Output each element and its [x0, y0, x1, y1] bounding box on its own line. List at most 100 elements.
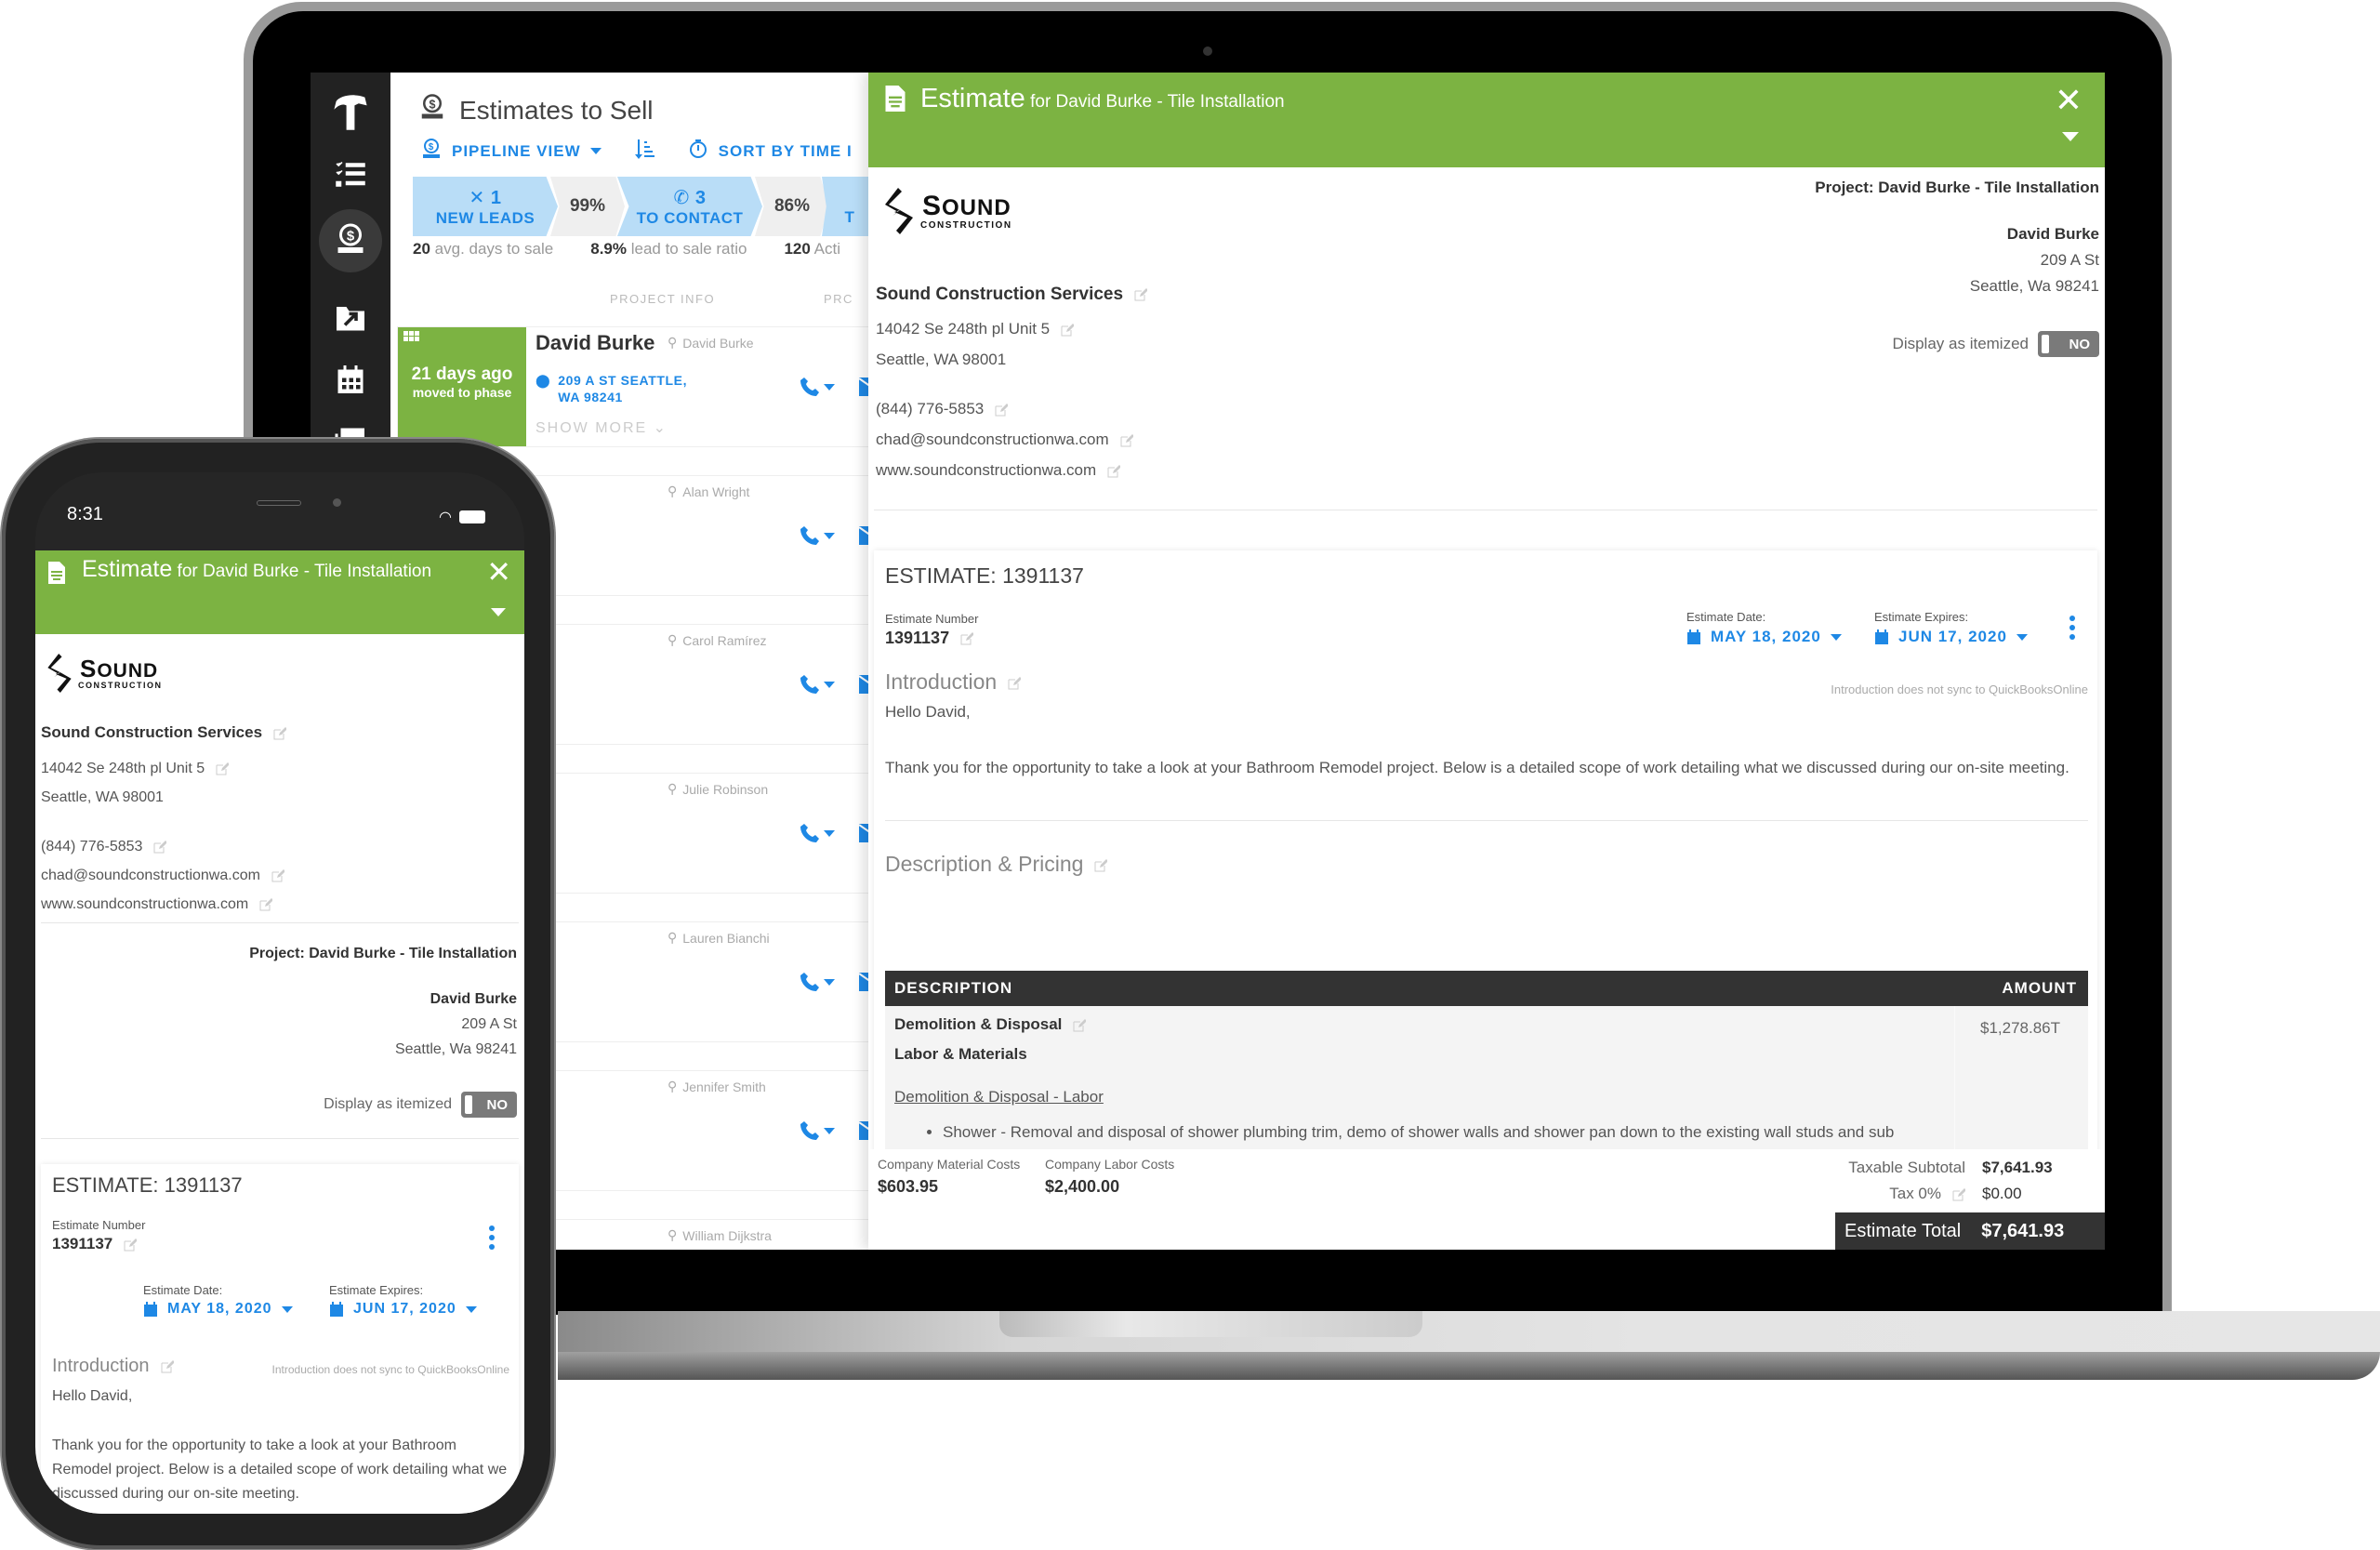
lead-address[interactable]: ⬤ 209 A ST SEATTLE, WA 98241 — [536, 372, 694, 405]
lead-name[interactable]: David Burke — [536, 331, 654, 355]
phone-estimate-view: Estimate for David Burke - Tile Installa… — [35, 550, 524, 1514]
call-dropdown[interactable] — [798, 1119, 835, 1142]
description-pricing-heading: Description & Pricing — [885, 852, 1108, 877]
estimates-money-icon: $ — [418, 93, 446, 127]
sidebar-item-projects[interactable] — [311, 290, 390, 350]
sort-order-button[interactable] — [633, 138, 655, 165]
line-item-link[interactable]: Demolition & Disposal - Labor — [894, 1088, 1104, 1106]
edit-icon[interactable] — [1120, 433, 1133, 447]
calendar-icon — [330, 1302, 343, 1317]
intro-body[interactable]: Thank you for the opportunity to take a … — [885, 755, 2084, 781]
phone-speaker — [257, 500, 301, 506]
call-dropdown[interactable] — [798, 524, 835, 547]
display-itemized-toggle[interactable]: NO — [2038, 331, 2099, 357]
funnel-stage-to-contact[interactable]: ✆ 3 TO CONTACT — [617, 177, 762, 236]
edit-icon[interactable] — [161, 1359, 174, 1373]
estimate-date-picker[interactable]: MAY 18, 2020 — [143, 1301, 293, 1318]
phone-icon — [800, 526, 819, 545]
company-name: Sound Construction Services — [876, 285, 1124, 304]
header-dropdown-caret-icon[interactable] — [2062, 132, 2079, 141]
metric-lead-ratio: 8.9% lead to sale ratio — [590, 240, 747, 258]
edit-icon[interactable] — [995, 403, 1009, 417]
page-title: $ Estimates to Sell — [418, 93, 654, 127]
edit-icon[interactable] — [153, 840, 167, 854]
client-address-line2: Seattle, Wa 98241 — [394, 1041, 517, 1057]
stage-count: 1 — [490, 187, 502, 208]
laptop-hinge-notch — [999, 1311, 1422, 1337]
salesperson-icon: ⚲ — [668, 1079, 678, 1093]
company-phone: (844) 776-5853 — [41, 839, 143, 854]
display-itemized-toggle[interactable]: NO — [461, 1092, 517, 1118]
estimate-date-picker[interactable]: MAY 18, 2020 — [1686, 628, 1842, 646]
lead-owner: ⚲ Jennifer Smith — [668, 1079, 766, 1094]
more-options-icon[interactable] — [2069, 616, 2075, 640]
close-button[interactable]: ✕ — [486, 554, 511, 590]
labor-costs: Company Labor Costs $2,400.00 — [1045, 1157, 1175, 1196]
estimate-number-label: Estimate Number — [885, 612, 979, 626]
company-name: Sound Construction Services — [41, 723, 263, 741]
sidebar-item-calendar[interactable] — [311, 351, 390, 411]
estimate-expires-picker[interactable]: JUN 17, 2020 — [1874, 628, 2028, 646]
intro-body[interactable]: Thank you for the opportunity to take a … — [52, 1434, 508, 1506]
more-options-icon[interactable] — [489, 1225, 495, 1250]
salesperson-icon: ⚲ — [668, 930, 678, 945]
phone-icon — [800, 824, 819, 842]
estimate-date-value: MAY 18, 2020 — [167, 1301, 272, 1317]
phone-icon: ✆ — [673, 187, 690, 208]
estimate-expires-picker[interactable]: JUN 17, 2020 — [329, 1301, 477, 1318]
laptop-camera — [1203, 46, 1212, 56]
sidebar-item-tasks[interactable] — [311, 147, 390, 206]
edit-icon[interactable] — [1008, 676, 1022, 690]
phase-days: 21 days ago — [411, 364, 513, 384]
edit-icon[interactable] — [1952, 1187, 1965, 1201]
edit-icon[interactable] — [271, 868, 284, 882]
pipeline-view-dropdown[interactable]: $ PIPELINE VIEW — [420, 138, 602, 165]
status-icons: ◠ — [439, 508, 485, 526]
edit-icon[interactable] — [1094, 858, 1108, 872]
estimate-card: ESTIMATE: 1391137 Estimate Number 139113… — [41, 1164, 519, 1514]
calendar-icon — [334, 363, 367, 401]
edit-icon[interactable] — [1061, 323, 1075, 337]
call-dropdown[interactable] — [798, 376, 835, 398]
sort-by-label: SORT BY TIME I — [718, 141, 853, 160]
edit-icon[interactable] — [1073, 1018, 1087, 1032]
conversion-rate: 99% — [550, 177, 625, 236]
phase-badge: 21 days ago moved to phase — [398, 327, 526, 446]
chevron-down-icon — [281, 1305, 293, 1313]
lead-owner: ⚲ Carol Ramírez — [668, 632, 767, 648]
project-title: Project: David Burke - Tile Installation — [1815, 179, 2099, 196]
edit-icon[interactable] — [124, 1238, 138, 1252]
funnel-stage-new-leads[interactable]: ✕ 1 NEW LEADS — [413, 177, 558, 236]
estimate-date-block: Estimate Date: MAY 18, 2020 — [143, 1283, 293, 1318]
close-button[interactable]: ✕ — [2055, 84, 2082, 117]
svg-text:$: $ — [430, 98, 436, 111]
call-dropdown[interactable] — [798, 971, 835, 993]
status-time: 8:31 — [67, 504, 103, 524]
edit-icon[interactable] — [259, 897, 273, 911]
sound-logo-mark-icon — [47, 653, 72, 694]
estimate-total-label: Estimate Total — [1844, 1220, 1962, 1241]
divider — [885, 820, 2088, 821]
call-dropdown[interactable] — [798, 673, 835, 696]
phone-icon — [800, 1121, 819, 1140]
sidebar-item-estimates[interactable]: $ — [311, 201, 390, 281]
show-more-button[interactable]: SHOW MORE ⌄ — [536, 418, 668, 437]
pipeline-funnel: ✕ 1 NEW LEADS 99% ✆ 3 TO CONTACT 86% T — [413, 177, 878, 236]
header-dropdown-caret-icon[interactable] — [491, 608, 506, 616]
phone-status-bar: 8:31 ◠ — [35, 472, 524, 537]
svg-text:$: $ — [347, 228, 355, 244]
edit-icon[interactable] — [273, 726, 287, 740]
sidebar-item-home[interactable] — [311, 84, 390, 143]
estimate-date-label: Estimate Date: — [1686, 610, 1766, 624]
edit-icon[interactable] — [1134, 287, 1148, 301]
edit-icon[interactable] — [216, 762, 230, 775]
sort-by-time-button[interactable]: SORT BY TIME I — [687, 138, 853, 165]
phone-frame: 8:31 ◠ Estimate for David Burke - Tile I… — [2, 439, 554, 1549]
estimate-title: Estimate for David Burke - Tile Installa… — [82, 556, 432, 582]
grid-icon — [403, 331, 419, 341]
edit-icon[interactable] — [1107, 464, 1121, 478]
edit-icon[interactable] — [960, 632, 974, 645]
line-item-title: Demolition & Disposal — [894, 1015, 1063, 1033]
chevron-down-icon — [824, 1127, 835, 1134]
call-dropdown[interactable] — [798, 822, 835, 844]
